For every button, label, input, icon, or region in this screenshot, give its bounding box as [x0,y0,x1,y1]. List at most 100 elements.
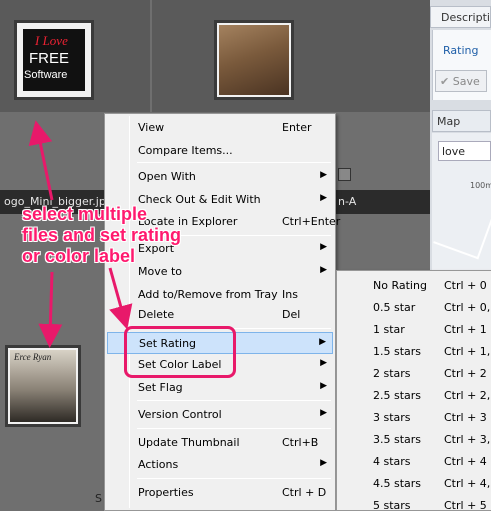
rating-option-shortcut: Ctrl + 1, 1 [444,345,491,358]
rating-option-shortcut: Ctrl + 4, 4 [444,477,491,490]
rating-option-shortcut: Ctrl + 3, 3 [444,433,491,446]
map-scale: 100m [470,181,491,190]
submenu-arrow-icon: ▶ [320,242,327,252]
menu-item-label: View [138,121,165,134]
rating-option-2-stars[interactable]: 2 stars Ctrl + 2 [339,362,489,384]
submenu-arrow-icon: ▶ [320,265,327,275]
submenu-arrow-icon: ▶ [319,337,326,347]
rating-option-3-5-stars[interactable]: 3.5 stars Ctrl + 3, 3 [339,428,491,450]
menu-item-version-control[interactable]: Version Control ▶ [107,404,333,426]
rating-option-1-5-stars[interactable]: 1.5 stars Ctrl + 1, 1 [339,340,491,362]
rating-option-shortcut: Ctrl + 2, 2 [444,389,491,402]
rating-option-shortcut: Ctrl + 0 [444,279,487,292]
rating-option-shortcut: Ctrl + 1 [444,323,487,336]
rating-option-label: 4.5 stars [373,477,422,490]
submenu-arrow-icon: ▶ [320,381,327,391]
menu-item-label: Version Control [138,408,222,421]
menu-item-label: Set Flag [138,381,183,394]
menu-separator [137,162,331,163]
portrait-thumbnail[interactable] [214,20,294,100]
rating-option-4-5-stars[interactable]: 4.5 stars Ctrl + 4, 4 [339,472,491,494]
menu-item-label: Actions [138,458,179,471]
context-menu: View Enter Compare Items... Open With ▶ Check… [104,113,340,511]
logo-line2: FREE [29,50,70,67]
menu-item-delete[interactable]: Delete Del [107,304,333,326]
submenu-arrow-icon: ▶ [320,170,327,180]
rating-option-5-stars[interactable]: 5 stars Ctrl + 5 [339,494,489,511]
tab-map[interactable]: Map [432,110,491,132]
annotation-line1: select multiple [22,204,148,224]
submenu-arrow-icon: ▶ [320,408,327,418]
rating-option-label: 2 stars [373,367,411,380]
check-icon: ✔ [440,75,450,88]
menu-item-shortcut: Ins [282,288,298,301]
rating-option-label: 1 star [373,323,405,336]
menu-item-compare-items[interactable]: Compare Items... [107,140,333,162]
menu-item-update-thumbnail[interactable]: Update Thumbnail Ctrl+B [107,432,333,454]
rating-label[interactable]: Rating [443,44,478,57]
map-road [433,186,491,260]
annotation-line2: files and set rating [22,225,182,245]
checkbox-icon[interactable] [338,168,351,181]
menu-item-shortcut: Enter [282,121,312,134]
album-text: Erce Ryan [14,352,52,362]
rating-option-4-stars[interactable]: 4 stars Ctrl + 4 [339,450,489,472]
rating-option-shortcut: Ctrl + 5 [444,499,487,511]
rating-option-label: No Rating [373,279,427,292]
menu-item-add-to-remove-from-tray[interactable]: Add to/Remove from Tray Ins [107,284,333,306]
rating-option-label: 2.5 stars [373,389,422,402]
logo-line3: Software [24,69,68,81]
rating-option-0-5-star[interactable]: 0.5 star Ctrl + 0, 0 [339,296,491,318]
rating-submenu: No Rating Ctrl + 0 0.5 star Ctrl + 0, 0 1 st… [336,270,491,511]
save-label: Save [452,75,480,88]
menu-item-shortcut: Ctrl + D [282,486,327,499]
logo-line1: I Love [35,33,68,48]
submenu-arrow-icon: ▶ [320,193,327,203]
menu-item-label: Update Thumbnail [138,436,240,449]
menu-item-shortcut: Ctrl+Enter [282,215,341,228]
menu-item-shortcut: Ctrl+B [282,436,319,449]
album-thumbnail[interactable]: Erce Ryan [5,345,81,427]
rating-option-label: 3.5 stars [373,433,422,446]
rating-option-shortcut: Ctrl + 0, 0 [444,301,491,314]
menu-item-label: Compare Items... [138,144,233,157]
rating-option-label: 4 stars [373,455,411,468]
menu-item-shortcut: Del [282,308,301,321]
map-search-input[interactable]: love [438,141,491,161]
rating-section: Rating ✔ Save [432,30,491,100]
save-button[interactable]: ✔ Save [435,70,487,92]
annotation-line3: or color label [22,246,136,266]
status-text: S [95,492,102,505]
tab-description[interactable]: Description [430,6,491,28]
menu-item-label: Open With [138,170,196,183]
menu-separator [137,428,331,429]
menu-item-label: Properties [138,486,194,499]
highlight-box [124,326,236,378]
menu-item-properties[interactable]: Properties Ctrl + D [107,482,333,504]
menu-item-set-flag[interactable]: Set Flag ▶ [107,377,333,399]
rating-option-label: 0.5 star [373,301,416,314]
submenu-arrow-icon: ▶ [320,358,327,368]
file-name-2: n-A [338,195,357,208]
annotation-text: select multiple files and set rating or … [22,204,181,267]
rating-option-no-rating[interactable]: No Rating Ctrl + 0 [339,274,489,296]
menu-separator [137,400,331,401]
menu-item-label: Delete [138,308,175,321]
menu-item-view[interactable]: View Enter [107,117,333,139]
portrait-photo [219,25,289,95]
menu-item-open-with[interactable]: Open With ▶ [107,166,333,188]
menu-item-label: Add to/Remove from Tray [138,288,278,301]
rating-option-2-5-stars[interactable]: 2.5 stars Ctrl + 2, 2 [339,384,491,406]
submenu-arrow-icon: ▶ [320,458,327,468]
rating-option-label: 5 stars [373,499,411,511]
menu-item-actions[interactable]: Actions ▶ [107,454,333,476]
rating-option-label: 1.5 stars [373,345,422,358]
rating-option-shortcut: Ctrl + 3 [444,411,487,424]
rating-option-label: 3 stars [373,411,411,424]
rating-option-shortcut: Ctrl + 2 [444,367,487,380]
rating-option-3-stars[interactable]: 3 stars Ctrl + 3 [339,406,489,428]
logo-thumbnail[interactable]: I Love FREE Software [14,20,94,100]
rating-option-shortcut: Ctrl + 4 [444,455,487,468]
rating-option-1-star[interactable]: 1 star Ctrl + 1 [339,318,489,340]
menu-separator [137,478,331,479]
